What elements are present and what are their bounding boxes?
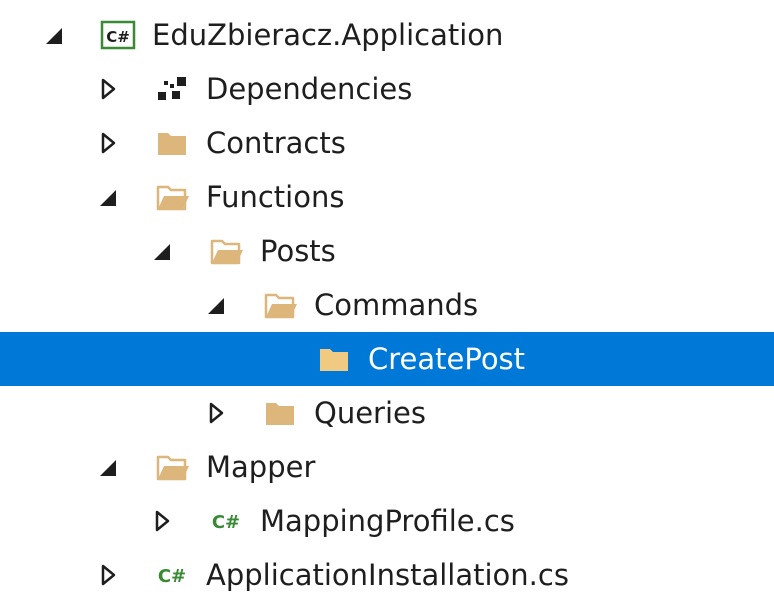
tree-item-createpost[interactable]: CreatePost	[0, 332, 774, 386]
tree-item-label: MappingProfile.cs	[260, 504, 515, 538]
collapsed-arrow-icon[interactable]	[144, 503, 180, 539]
csharp-file-icon: C#	[154, 557, 190, 593]
folder-open-icon	[154, 179, 190, 215]
tree-item-queries[interactable]: Queries	[0, 386, 774, 440]
collapsed-arrow-icon[interactable]	[90, 557, 126, 593]
expanded-arrow-icon[interactable]	[144, 233, 180, 269]
tree-item-label: ApplicationInstallation.cs	[206, 558, 569, 592]
dependencies-icon	[154, 71, 190, 107]
collapsed-arrow-icon[interactable]	[90, 125, 126, 161]
svg-text:C#: C#	[158, 566, 186, 587]
folder-closed-icon	[316, 341, 352, 377]
tree-item-label: CreatePost	[368, 342, 526, 376]
collapsed-arrow-icon[interactable]	[90, 71, 126, 107]
tree-item-mappingprofile-cs[interactable]: C# MappingProfile.cs	[0, 494, 774, 548]
tree-item-label: Contracts	[206, 126, 346, 160]
expanded-arrow-icon[interactable]	[198, 287, 234, 323]
tree-item-label: Queries	[314, 396, 426, 430]
tree-item-functions[interactable]: Functions	[0, 170, 774, 224]
collapsed-arrow-icon[interactable]	[198, 395, 234, 431]
tree-item-dependencies[interactable]: Dependencies	[0, 62, 774, 116]
tree-item-mapper[interactable]: Mapper	[0, 440, 774, 494]
expanded-arrow-icon[interactable]	[36, 17, 72, 53]
tree-item-eduzbieracz-application[interactable]: C# EduZbieracz.Application	[0, 8, 774, 62]
svg-text:C#: C#	[106, 28, 130, 46]
tree-item-label: Commands	[314, 288, 479, 322]
csharp-project-icon: C#	[100, 17, 136, 53]
tree-item-commands[interactable]: Commands	[0, 278, 774, 332]
tree-item-label: Posts	[260, 234, 336, 268]
folder-closed-icon	[154, 125, 190, 161]
solution-explorer-tree: C# EduZbieracz.Application Dependencies Con…	[0, 0, 774, 612]
tree-item-label: Mapper	[206, 450, 316, 484]
expanded-arrow-icon[interactable]	[90, 179, 126, 215]
tree-item-label: Dependencies	[206, 72, 413, 106]
tree-item-label: Functions	[206, 180, 345, 214]
tree-item-label: EduZbieracz.Application	[152, 18, 504, 52]
folder-open-icon	[208, 233, 244, 269]
csharp-file-icon: C#	[208, 503, 244, 539]
svg-text:C#: C#	[212, 512, 240, 533]
tree-item-applicationinstallation-cs[interactable]: C# ApplicationInstallation.cs	[0, 548, 774, 602]
expanded-arrow-icon[interactable]	[90, 449, 126, 485]
folder-open-icon	[262, 287, 298, 323]
folder-closed-icon	[262, 395, 298, 431]
folder-open-icon	[154, 449, 190, 485]
tree-item-posts[interactable]: Posts	[0, 224, 774, 278]
tree-item-contracts[interactable]: Contracts	[0, 116, 774, 170]
